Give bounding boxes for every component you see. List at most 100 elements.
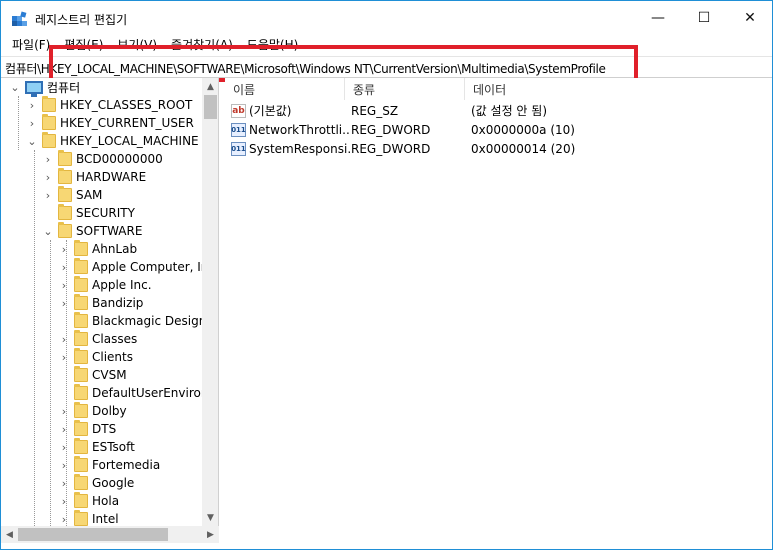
tree-item-software-child[interactable]: DefaultUserEnvironment	[58, 384, 218, 402]
column-header-type[interactable]: 종류	[345, 78, 465, 100]
expanded-chevron-icon[interactable]: ⌄	[42, 222, 54, 240]
value-data: 0x0000000a (10)	[471, 122, 575, 137]
value-name: NetworkThrottli...	[249, 122, 351, 137]
dword-value-icon: 011	[231, 122, 246, 137]
expanded-chevron-icon[interactable]: ⌄	[9, 78, 21, 96]
collapsed-chevron-icon[interactable]: ›	[42, 186, 54, 204]
expanded-chevron-icon[interactable]: ⌄	[26, 132, 38, 150]
collapsed-chevron-icon[interactable]: ›	[58, 402, 70, 420]
tree-item-sam[interactable]: › SAM	[42, 186, 102, 204]
tree-item-software-child[interactable]: › Dolby	[58, 402, 127, 420]
tree-item-label: HKEY_LOCAL_MACHINE	[60, 134, 199, 148]
folder-icon	[74, 456, 88, 472]
column-header-data[interactable]: 데이터	[465, 78, 765, 100]
tree-item-hkey-classes-root[interactable]: › HKEY_CLASSES_ROOT	[26, 96, 192, 114]
collapsed-chevron-icon[interactable]: ›	[58, 510, 70, 526]
tree-item-label: Classes	[92, 332, 138, 346]
tree-item-software-child[interactable]: › Bandizip	[58, 294, 143, 312]
tree-item-software-child[interactable]: › Classes	[58, 330, 137, 348]
status-bar	[1, 543, 772, 549]
highlight-annotation-box	[49, 45, 638, 82]
tree-item-label: HKEY_CLASSES_ROOT	[60, 98, 193, 112]
tree-item-bcd[interactable]: › BCD00000000	[42, 150, 163, 168]
tree-horizontal-scrollbar[interactable]: ◀ ▶	[1, 526, 219, 543]
tree-item-computer[interactable]: ⌄ 컴퓨터	[9, 78, 80, 97]
tree-item-label: ESTsoft	[92, 440, 135, 454]
scroll-left-arrow-icon[interactable]: ◀	[1, 526, 18, 543]
tree-item-software-child[interactable]: › Hola	[58, 492, 119, 510]
folder-icon	[42, 114, 56, 130]
scroll-thumb[interactable]	[18, 528, 168, 541]
title-bar: 레지스트리 편집기 — ☐ ✕	[1, 1, 772, 34]
collapsed-chevron-icon[interactable]: ›	[42, 150, 54, 168]
tree-item-label: Apple Computer, Inc.	[92, 260, 219, 274]
key-tree-pane[interactable]: ⌄ 컴퓨터 › HKEY_CLASSES_ROOT › HKEY_CURRENT…	[1, 78, 219, 526]
registry-editor-window: 레지스트리 편집기 — ☐ ✕ 파일(F) 편집(E) 보기(V) 즐겨찾기(A…	[0, 0, 773, 550]
tree-item-software-child[interactable]: › Apple Inc.	[58, 276, 152, 294]
tree-item-label: Hola	[92, 494, 120, 508]
tree-item-software-child[interactable]: › AhnLab	[58, 240, 137, 258]
collapsed-chevron-icon[interactable]: ›	[58, 420, 70, 438]
value-row[interactable]: ab (기본값) REG_SZ (값 설정 안 됨)	[225, 101, 711, 120]
tree-item-label: Dolby	[92, 404, 127, 418]
collapsed-chevron-icon[interactable]: ›	[58, 456, 70, 474]
collapsed-chevron-icon[interactable]: ›	[58, 492, 70, 510]
folder-icon	[58, 222, 72, 238]
tree-item-label: SOFTWARE	[76, 224, 143, 238]
collapsed-chevron-icon[interactable]: ›	[26, 96, 38, 114]
values-list-pane[interactable]: 이름 종류 데이터 ab (기본값) REG_SZ (값 설정 안 됨) 011…	[225, 78, 772, 543]
folder-icon	[42, 96, 56, 112]
tree-item-software[interactable]: ⌄ SOFTWARE	[42, 222, 142, 240]
tree-item-label: Bandizip	[92, 296, 144, 310]
folder-icon	[74, 348, 88, 364]
scroll-right-arrow-icon[interactable]: ▶	[202, 526, 219, 543]
tree-item-software-child[interactable]: › Clients	[58, 348, 133, 366]
close-button[interactable]: ✕	[727, 1, 773, 34]
scroll-up-arrow-icon[interactable]: ▲	[202, 78, 218, 95]
collapsed-chevron-icon[interactable]: ›	[58, 258, 70, 276]
value-row[interactable]: 011 SystemResponsi... REG_DWORD 0x000000…	[225, 139, 711, 158]
value-type: REG_DWORD	[351, 141, 431, 156]
tree-item-software-child[interactable]: › Apple Computer, Inc.	[58, 258, 219, 276]
collapsed-chevron-icon[interactable]: ›	[42, 168, 54, 186]
tree-item-security[interactable]: SECURITY	[42, 204, 135, 222]
folder-icon	[74, 474, 88, 490]
collapsed-chevron-icon[interactable]: ›	[26, 114, 38, 132]
folder-icon	[74, 510, 88, 526]
tree-item-software-child[interactable]: Blackmagic Design	[58, 312, 206, 330]
minimize-button[interactable]: —	[635, 1, 681, 34]
tree-item-label: DTS	[92, 422, 117, 436]
collapsed-chevron-icon[interactable]: ›	[58, 438, 70, 456]
tree-item-software-child[interactable]: › Google	[58, 474, 134, 492]
tree-item-software-child[interactable]: › DTS	[58, 420, 116, 438]
column-header-name[interactable]: 이름	[225, 78, 345, 100]
tree-item-hardware[interactable]: › HARDWARE	[42, 168, 146, 186]
collapsed-chevron-icon[interactable]: ›	[58, 294, 70, 312]
folder-icon	[74, 420, 88, 436]
scroll-down-arrow-icon[interactable]: ▼	[202, 509, 218, 526]
collapsed-chevron-icon[interactable]: ›	[58, 276, 70, 294]
collapsed-chevron-icon[interactable]: ›	[58, 330, 70, 348]
string-value-icon: ab	[231, 103, 246, 118]
collapsed-chevron-icon[interactable]: ›	[58, 474, 70, 492]
tree-item-software-child[interactable]: › Intel	[58, 510, 119, 526]
collapsed-chevron-icon[interactable]: ›	[58, 348, 70, 366]
value-name: (기본값)	[249, 104, 292, 118]
tree-item-hkey-current-user[interactable]: › HKEY_CURRENT_USER	[26, 114, 194, 132]
tree-item-software-child[interactable]: › ESTsoft	[58, 438, 135, 456]
tree-item-label: HKEY_CURRENT_USER	[60, 116, 194, 130]
tree-item-hkey-local-machine[interactable]: ⌄ HKEY_LOCAL_MACHINE	[26, 132, 199, 150]
folder-icon	[58, 168, 72, 184]
folder-icon	[74, 492, 88, 508]
folder-icon	[74, 276, 88, 292]
folder-icon	[74, 258, 88, 274]
maximize-button[interactable]: ☐	[681, 1, 727, 34]
value-type: REG_SZ	[351, 103, 399, 118]
scroll-thumb[interactable]	[204, 95, 217, 119]
folder-icon	[58, 150, 72, 166]
value-row[interactable]: 011 NetworkThrottli... REG_DWORD 0x00000…	[225, 120, 711, 139]
tree-item-software-child[interactable]: CVSM	[58, 366, 127, 384]
tree-item-software-child[interactable]: › Fortemedia	[58, 456, 160, 474]
collapsed-chevron-icon[interactable]: ›	[58, 240, 70, 258]
tree-vertical-scrollbar[interactable]: ▲ ▼	[202, 78, 218, 526]
